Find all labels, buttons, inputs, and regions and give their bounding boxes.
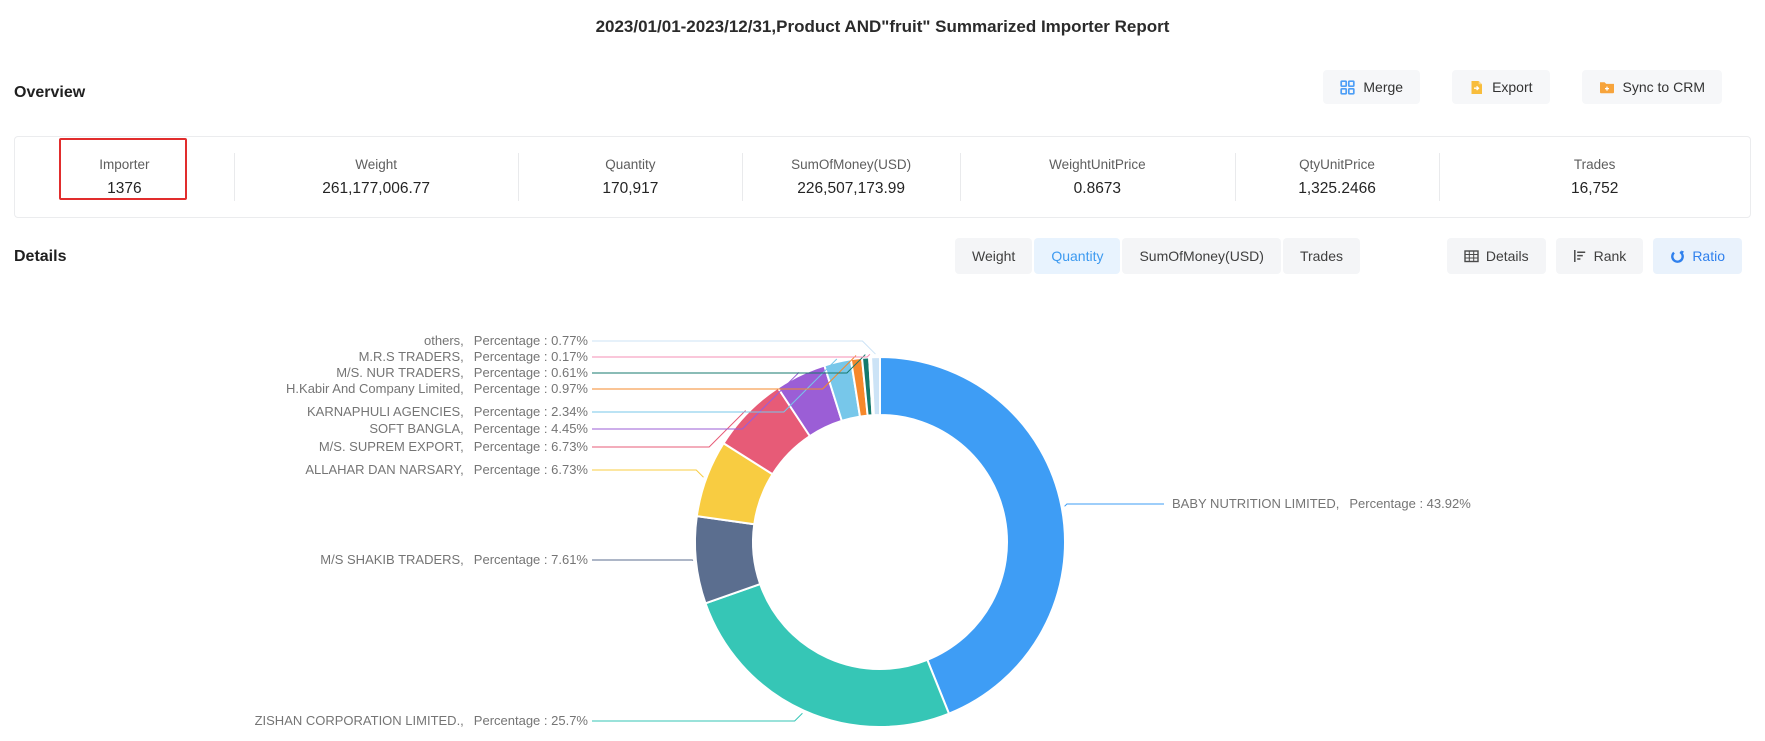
stat-value: 0.8673	[1074, 180, 1121, 198]
label-line	[592, 341, 875, 354]
chart-label: SOFT BANGLA, Percentage : 4.45%	[369, 421, 588, 437]
chart-label-percentage: Percentage : 0.17%	[474, 349, 588, 364]
tab-label: SumOfMoney(USD)	[1139, 248, 1263, 264]
chart-label: KARNAPHULI AGENCIES, Percentage : 2.34%	[307, 404, 588, 420]
tab-label: Ratio	[1692, 248, 1725, 264]
label-line	[592, 354, 870, 357]
chart-label-percentage: Percentage : 0.77%	[474, 333, 588, 348]
label-line	[592, 470, 703, 477]
donut-segment-zishan-corporation-limited[interactable]	[705, 584, 948, 727]
details-heading: Details	[14, 248, 66, 266]
chart-label: M/S SHAKIB TRADERS, Percentage : 7.61%	[320, 552, 588, 568]
view-tab-ratio[interactable]: Ratio	[1653, 238, 1742, 274]
chart-label-name: H.Kabir And Company Limited,	[286, 381, 464, 396]
stat-value: 261,177,006.77	[322, 180, 430, 198]
tab-quantity[interactable]: Quantity	[1034, 238, 1120, 274]
stat-value: 170,917	[602, 180, 658, 198]
stat-qtyunitprice: QtyUnitPrice 1,325.2466	[1235, 137, 1440, 217]
button-label: Export	[1492, 79, 1532, 95]
chart-label-percentage: Percentage : 4.45%	[474, 421, 588, 436]
chart-label: ALLAHAR DAN NARSARY, Percentage : 6.73%	[305, 462, 588, 478]
stat-quantity: Quantity 170,917	[518, 137, 742, 217]
chart-label: M/S. NUR TRADERS, Percentage : 0.61%	[336, 365, 588, 381]
stat-label: WeightUnitPrice	[1049, 157, 1146, 172]
chart-label-percentage: Percentage : 0.97%	[474, 381, 588, 396]
view-tab-details[interactable]: Details	[1447, 238, 1546, 274]
chart-label-percentage: Percentage : 6.73%	[474, 462, 588, 477]
chart-label: BABY NUTRITION LIMITED, Percentage : 43.9…	[1172, 496, 1471, 512]
donut-chart-svg	[0, 0, 1765, 741]
overview-heading: Overview	[14, 84, 85, 102]
view-tab-rank[interactable]: Rank	[1556, 238, 1644, 274]
tab-label: Weight	[972, 248, 1015, 264]
chart-label-name: others,	[424, 333, 464, 348]
stat-label: Trades	[1574, 157, 1616, 172]
chart-label-percentage: Percentage : 43.92%	[1349, 496, 1470, 511]
page-title: 2023/01/01-2023/12/31,Product AND"fruit"…	[0, 17, 1765, 37]
export-button[interactable]: Export	[1452, 70, 1549, 104]
ratio-icon	[1670, 249, 1685, 264]
chart-label: M/S. SUPREM EXPORT, Percentage : 6.73%	[319, 439, 588, 455]
label-line	[592, 411, 746, 447]
donut-segment-baby-nutrition-limited[interactable]	[880, 357, 1065, 714]
chart-label-name: ALLAHAR DAN NARSARY,	[305, 462, 463, 477]
label-line	[1065, 504, 1164, 506]
stat-importer: Importer 1376	[15, 137, 234, 217]
ratio-donut-chart: BABY NUTRITION LIMITED, Percentage : 43.9…	[0, 0, 1765, 741]
tab-label: Quantity	[1051, 248, 1103, 264]
chart-label-name: BABY NUTRITION LIMITED,	[1172, 496, 1339, 511]
stat-value: 226,507,173.99	[797, 180, 905, 198]
action-buttons: Merge Export Sync to CRM	[1323, 70, 1722, 104]
chart-label-percentage: Percentage : 25.7%	[474, 713, 588, 728]
stat-weightunitprice: WeightUnitPrice 0.8673	[960, 137, 1235, 217]
sync-to-crm-button[interactable]: Sync to CRM	[1582, 70, 1722, 104]
overview-stats-card: Importer 1376 Weight 261,177,006.77 Quantity…	[14, 136, 1751, 218]
stat-label: Quantity	[605, 157, 655, 172]
merge-icon	[1340, 80, 1355, 95]
button-label: Merge	[1363, 79, 1403, 95]
stat-value: 1,325.2466	[1298, 180, 1376, 198]
stat-value: 16,752	[1571, 180, 1618, 198]
chart-label-name: M/S. NUR TRADERS,	[336, 365, 464, 380]
chart-label: M.R.S TRADERS, Percentage : 0.17%	[359, 349, 588, 365]
chart-label-percentage: Percentage : 7.61%	[474, 552, 588, 567]
rank-icon	[1573, 249, 1587, 263]
chart-label-percentage: Percentage : 6.73%	[474, 439, 588, 454]
tab-trades[interactable]: Trades	[1283, 238, 1360, 274]
chart-label-name: M.R.S TRADERS,	[359, 349, 464, 364]
chart-label-percentage: Percentage : 0.61%	[474, 365, 588, 380]
stat-value: 1376	[107, 180, 141, 198]
tab-label: Trades	[1300, 248, 1343, 264]
label-line	[592, 560, 693, 561]
stat-label: QtyUnitPrice	[1299, 157, 1375, 172]
table-icon	[1464, 249, 1479, 263]
chart-label: others, Percentage : 0.77%	[424, 333, 588, 349]
stat-weight: Weight 261,177,006.77	[234, 137, 519, 217]
tab-label: Rank	[1594, 248, 1627, 264]
button-label: Sync to CRM	[1623, 79, 1705, 95]
chart-label-name: ZISHAN CORPORATION LIMITED.,	[255, 713, 464, 728]
tab-sumofmoney-usd[interactable]: SumOfMoney(USD)	[1122, 238, 1280, 274]
stat-label: Importer	[99, 157, 149, 172]
stat-label: Weight	[355, 157, 397, 172]
stat-trades: Trades 16,752	[1439, 137, 1750, 217]
export-icon	[1469, 80, 1484, 95]
label-line	[592, 713, 802, 721]
metric-tabs: Weight Quantity SumOfMoney(USD) Trades	[955, 238, 1360, 274]
sync-icon	[1599, 80, 1615, 94]
chart-label-name: M/S SHAKIB TRADERS,	[320, 552, 464, 567]
chart-label: ZISHAN CORPORATION LIMITED., Percentage :…	[255, 713, 588, 729]
merge-button[interactable]: Merge	[1323, 70, 1420, 104]
stat-label: SumOfMoney(USD)	[791, 157, 911, 172]
view-tabs: Details Rank Ratio	[1447, 238, 1742, 274]
tab-weight[interactable]: Weight	[955, 238, 1032, 274]
chart-label-name: KARNAPHULI AGENCIES,	[307, 404, 464, 419]
chart-label-percentage: Percentage : 2.34%	[474, 404, 588, 419]
stat-sumofmoney-usd: SumOfMoney(USD) 226,507,173.99	[742, 137, 960, 217]
chart-label-name: SOFT BANGLA,	[369, 421, 463, 436]
tab-label: Details	[1486, 248, 1529, 264]
chart-label-name: M/S. SUPREM EXPORT,	[319, 439, 464, 454]
chart-label: H.Kabir And Company Limited, Percentage :…	[286, 381, 588, 397]
